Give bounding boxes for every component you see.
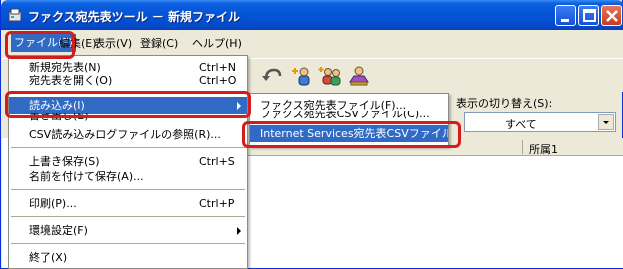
menu-item-label: 書き出し(E) [29,113,89,122]
maximize-icon [583,9,596,22]
display-switch-select[interactable]: すべて [464,112,616,132]
edit-person-icon[interactable] [346,64,372,88]
menu-item-preferences[interactable]: 環境設定(F) [9,222,247,239]
menu-separator [11,216,245,217]
add-person-icon[interactable] [290,64,316,88]
add-group-icon[interactable] [318,64,344,88]
menu-item-import[interactable]: 読み込み(I) [9,97,247,114]
submenu-item-label: Internet Services宛先表CSVファイル(I)... [260,127,448,140]
menu-view[interactable]: 表示(V) [94,36,132,52]
close-button[interactable] [601,5,622,26]
title-bar[interactable]: ファクス宛先表ツール － 新規ファイル [1,0,623,30]
display-switch-value: すべて [505,118,537,131]
menu-item-print[interactable]: 印刷(P)... Ctrl+P [9,195,247,212]
menu-item-label: CSV読み込みログファイルの参照(R)... [29,128,221,141]
maximize-button[interactable] [578,5,599,26]
dropdown-arrow-icon[interactable] [598,114,614,130]
menu-register[interactable]: 登録(C) [140,36,178,52]
menu-item-export[interactable]: 書き出し(E) [9,113,247,125]
file-menu: 新規宛先表(N) Ctrl+N 宛先表を開く(O) Ctrl+O 読み込み(I)… [8,55,248,269]
menu-separator [11,92,245,93]
menu-item-label: 宛先表を開く(O) [29,74,113,87]
undo-icon[interactable] [260,64,286,88]
menu-item-label: 印刷(P)... [29,197,77,210]
menu-bar: ファイル(F) 編集(E) 表示(V) 登録(C) ヘルプ(H) [2,30,623,58]
column-affiliation1[interactable]: 所属1 [529,141,558,157]
menu-item-label: 終了(X) [29,251,68,264]
minimize-icon [561,19,569,22]
menu-separator [11,147,245,148]
menu-edit[interactable]: 編集(E) [59,36,97,52]
submenu-item-fax-csv[interactable]: ファクス宛先表CSVファイル(C)... [250,111,448,122]
menu-separator [11,243,245,244]
submenu-arrow-icon [237,102,241,110]
submenu-item-internet-services-csv[interactable]: Internet Services宛先表CSVファイル(I)... [250,125,448,142]
app-window: ファクス宛先表ツール － 新規ファイル ファイル(F) 編集(E) 表示(V) … [0,0,623,269]
chevron-down-icon [603,121,609,124]
submenu-arrow-icon [237,227,241,235]
menu-separator [11,189,245,190]
menu-item-label: 読み込み(I) [29,99,85,112]
menu-item-label: 環境設定(F) [29,224,88,237]
close-icon [606,10,618,22]
menu-item-open[interactable]: 宛先表を開く(O) Ctrl+O [9,72,247,89]
import-submenu: ファクス宛先表ファイル(F)... ファクス宛先表CSVファイル(C)... I… [249,93,449,147]
menu-item-shortcut: Ctrl+P [199,197,235,210]
menu-item-label: 名前を付けて保存(A)... [29,170,144,183]
window-title: ファクス宛先表ツール － 新規ファイル [28,10,240,24]
minimize-button[interactable] [555,5,576,26]
menu-item-csv-log[interactable]: CSV読み込みログファイルの参照(R)... [9,126,247,143]
submenu-item-label: ファクス宛先表CSVファイル(C)... [260,111,430,120]
column-divider[interactable] [522,140,523,154]
menu-item-shortcut: Ctrl+O [199,74,237,87]
menu-help[interactable]: ヘルプ(H) [192,36,242,52]
menu-item-save-as[interactable]: 名前を付けて保存(A)... [9,168,247,185]
display-switch-label: 表示の切り替え(S): [456,97,553,110]
menu-item-exit[interactable]: 終了(X) [9,249,247,266]
fax-app-icon [8,8,22,22]
